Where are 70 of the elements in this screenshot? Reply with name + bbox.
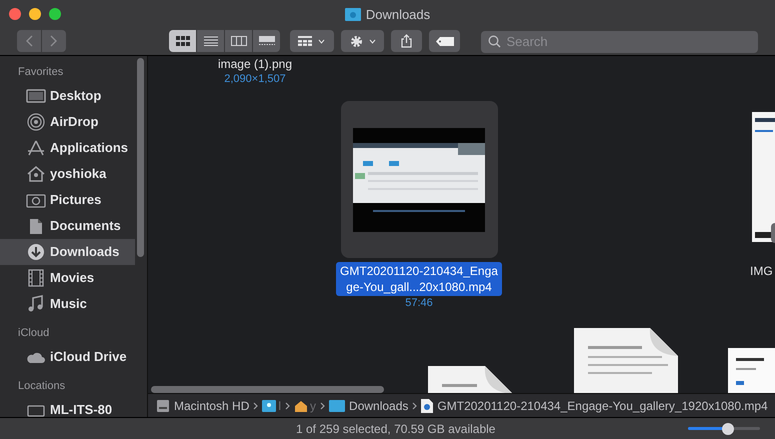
search-icon — [488, 34, 502, 48]
gallery-icon — [258, 36, 274, 46]
home-icon — [294, 400, 308, 412]
columns-icon — [230, 36, 246, 46]
close-button[interactable] — [9, 8, 21, 20]
scrollbar-thumb[interactable] — [151, 386, 384, 393]
file-icon — [421, 398, 434, 412]
desktop-icon — [26, 87, 46, 105]
list-icon — [204, 36, 218, 46]
sidebar-item[interactable]: yoshioka — [0, 161, 135, 187]
file-detail: 57:46 — [405, 296, 433, 310]
gear-icon — [350, 34, 362, 48]
tag-icon — [436, 36, 454, 46]
sidebar-item[interactable]: Desktop — [0, 83, 135, 109]
window-title: Downloads — [366, 6, 430, 24]
download-icon — [26, 243, 46, 261]
chevron-icon — [412, 402, 418, 410]
sidebar-item[interactable]: Applications — [0, 135, 135, 161]
share-icon — [401, 34, 412, 48]
folder-icon — [329, 400, 346, 412]
folder-icon — [262, 400, 276, 412]
film-icon — [26, 269, 46, 287]
sidebar-item[interactable]: Movies — [0, 265, 135, 291]
grid-icon — [298, 36, 312, 46]
sidebar-heading: Favorites — [17, 65, 64, 80]
view-mode-button[interactable] — [169, 30, 196, 52]
airdrop-icon — [26, 113, 46, 131]
view-mode-button[interactable] — [197, 30, 224, 52]
thumbnail-frame[interactable] — [340, 101, 498, 258]
tag-button[interactable] — [429, 30, 460, 52]
scrollbar-thumb[interactable] — [137, 58, 144, 257]
chevron-icon — [253, 402, 258, 410]
folder-icon — [344, 8, 361, 22]
action-button[interactable] — [340, 30, 384, 52]
scrollbar-thumb[interactable] — [771, 223, 775, 243]
sidebar-heading: iCloud — [17, 326, 50, 341]
file-detail: 2,090×1,507 — [224, 72, 286, 86]
sidebar-item[interactable]: iCloud Drive — [0, 344, 135, 370]
applications-icon — [26, 139, 46, 157]
group-button[interactable] — [290, 30, 334, 52]
path-item[interactable]: Macintosh HD — [174, 396, 250, 414]
chevron-icon — [285, 402, 290, 410]
zoom-button[interactable] — [49, 8, 61, 20]
share-button[interactable] — [391, 30, 422, 52]
status-text: 1 of 259 selected, 70.59 GB available — [296, 420, 496, 438]
view-mode-button[interactable] — [253, 30, 280, 52]
sidebar-item[interactable]: AirDrop — [0, 109, 135, 135]
view-mode-button[interactable] — [225, 30, 252, 52]
minimize-button[interactable] — [29, 8, 41, 20]
file-name[interactable]: GMT20201120-210434_Engage-You_gall...20x1080.mp4 — [336, 262, 502, 296]
file-name[interactable]: image (1).png — [216, 57, 294, 72]
slider-thumb[interactable] — [722, 422, 734, 434]
path-item[interactable]: Downloads — [349, 396, 408, 414]
file-name[interactable]: IMG — [750, 262, 773, 280]
chevron-icon — [320, 402, 326, 410]
sidebar-item[interactable]: Documents — [0, 213, 135, 239]
sidebar-heading: Locations — [17, 379, 66, 394]
zoom-slider[interactable] — [688, 422, 760, 434]
path-item[interactable]: GMT20201120-210434_Engage-You_gallery_1920x1080.mp4 — [437, 396, 768, 414]
sidebar-item[interactable]: Pictures — [0, 187, 135, 213]
music-icon — [26, 295, 46, 313]
grid-icon — [176, 36, 190, 46]
sidebar-item[interactable]: ML-ITS-80 — [0, 397, 135, 417]
caret-icon — [318, 38, 326, 44]
home-icon — [26, 165, 46, 183]
sidebar-item[interactable]: Music — [0, 291, 135, 317]
back-icon — [25, 35, 33, 47]
caret-icon — [368, 38, 376, 44]
sidebar-item[interactable]: Downloads — [0, 239, 135, 265]
forward-icon — [50, 35, 58, 47]
